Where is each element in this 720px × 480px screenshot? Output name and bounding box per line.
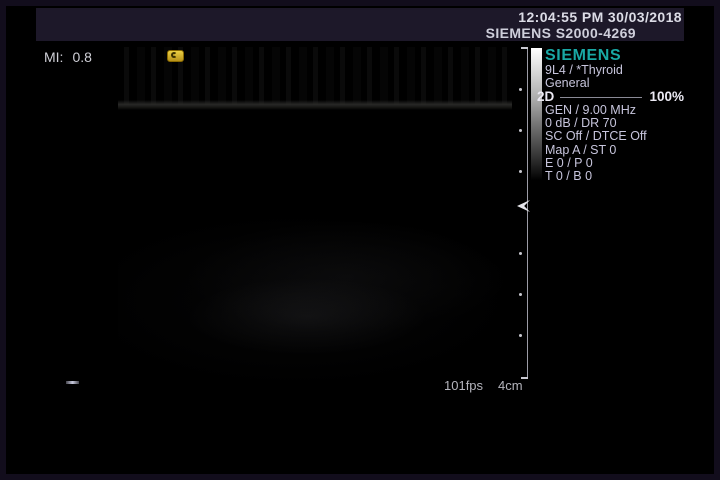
gain-percent: 100% xyxy=(649,90,684,104)
ruler-tick-top xyxy=(521,47,528,49)
ruler-dot xyxy=(519,129,522,132)
depth-ruler-line xyxy=(527,48,528,378)
mi-readout: MI: 0.8 xyxy=(44,49,92,65)
ruler-dot xyxy=(519,293,522,296)
depth-label: 4cm xyxy=(498,378,523,393)
ruler-dot xyxy=(519,334,522,337)
speckle-noise xyxy=(118,47,512,380)
probe-marker-glyph xyxy=(171,52,177,58)
param-t-b: T 0 / B 0 xyxy=(545,170,687,183)
param-sc-dtce: SC Off / DTCE Off xyxy=(545,130,687,143)
frame-rate-label: 101fps xyxy=(444,378,483,393)
mode-divider-line xyxy=(560,97,642,98)
param-e-p: E 0 / P 0 xyxy=(545,157,687,170)
device-id: SIEMENS S2000-4269 xyxy=(486,25,636,41)
mi-value: 0.8 xyxy=(72,49,91,65)
ruler-dot xyxy=(519,88,522,91)
param-map-st: Map A / ST 0 xyxy=(545,144,687,157)
probe-orientation-marker-icon xyxy=(167,50,184,62)
ultrasound-image xyxy=(118,47,512,380)
focus-position-marker-icon xyxy=(517,200,530,212)
mi-label: MI: xyxy=(44,49,63,65)
parameter-panel: SIEMENS 9L4 / *Thyroid General 2D 100% G… xyxy=(537,48,687,183)
header-bar: 12:04:55 PM 30/03/2018 SIEMENS S2000-426… xyxy=(36,8,684,41)
timestamp: 12:04:55 PM 30/03/2018 xyxy=(518,9,682,25)
ruler-dot xyxy=(519,170,522,173)
siemens-logo: SIEMENS xyxy=(545,48,687,64)
ruler-dot xyxy=(519,252,522,255)
tgc-indicator-dash xyxy=(66,381,79,384)
mode-row: 2D 100% xyxy=(537,90,684,104)
mode-label: 2D xyxy=(537,90,554,104)
